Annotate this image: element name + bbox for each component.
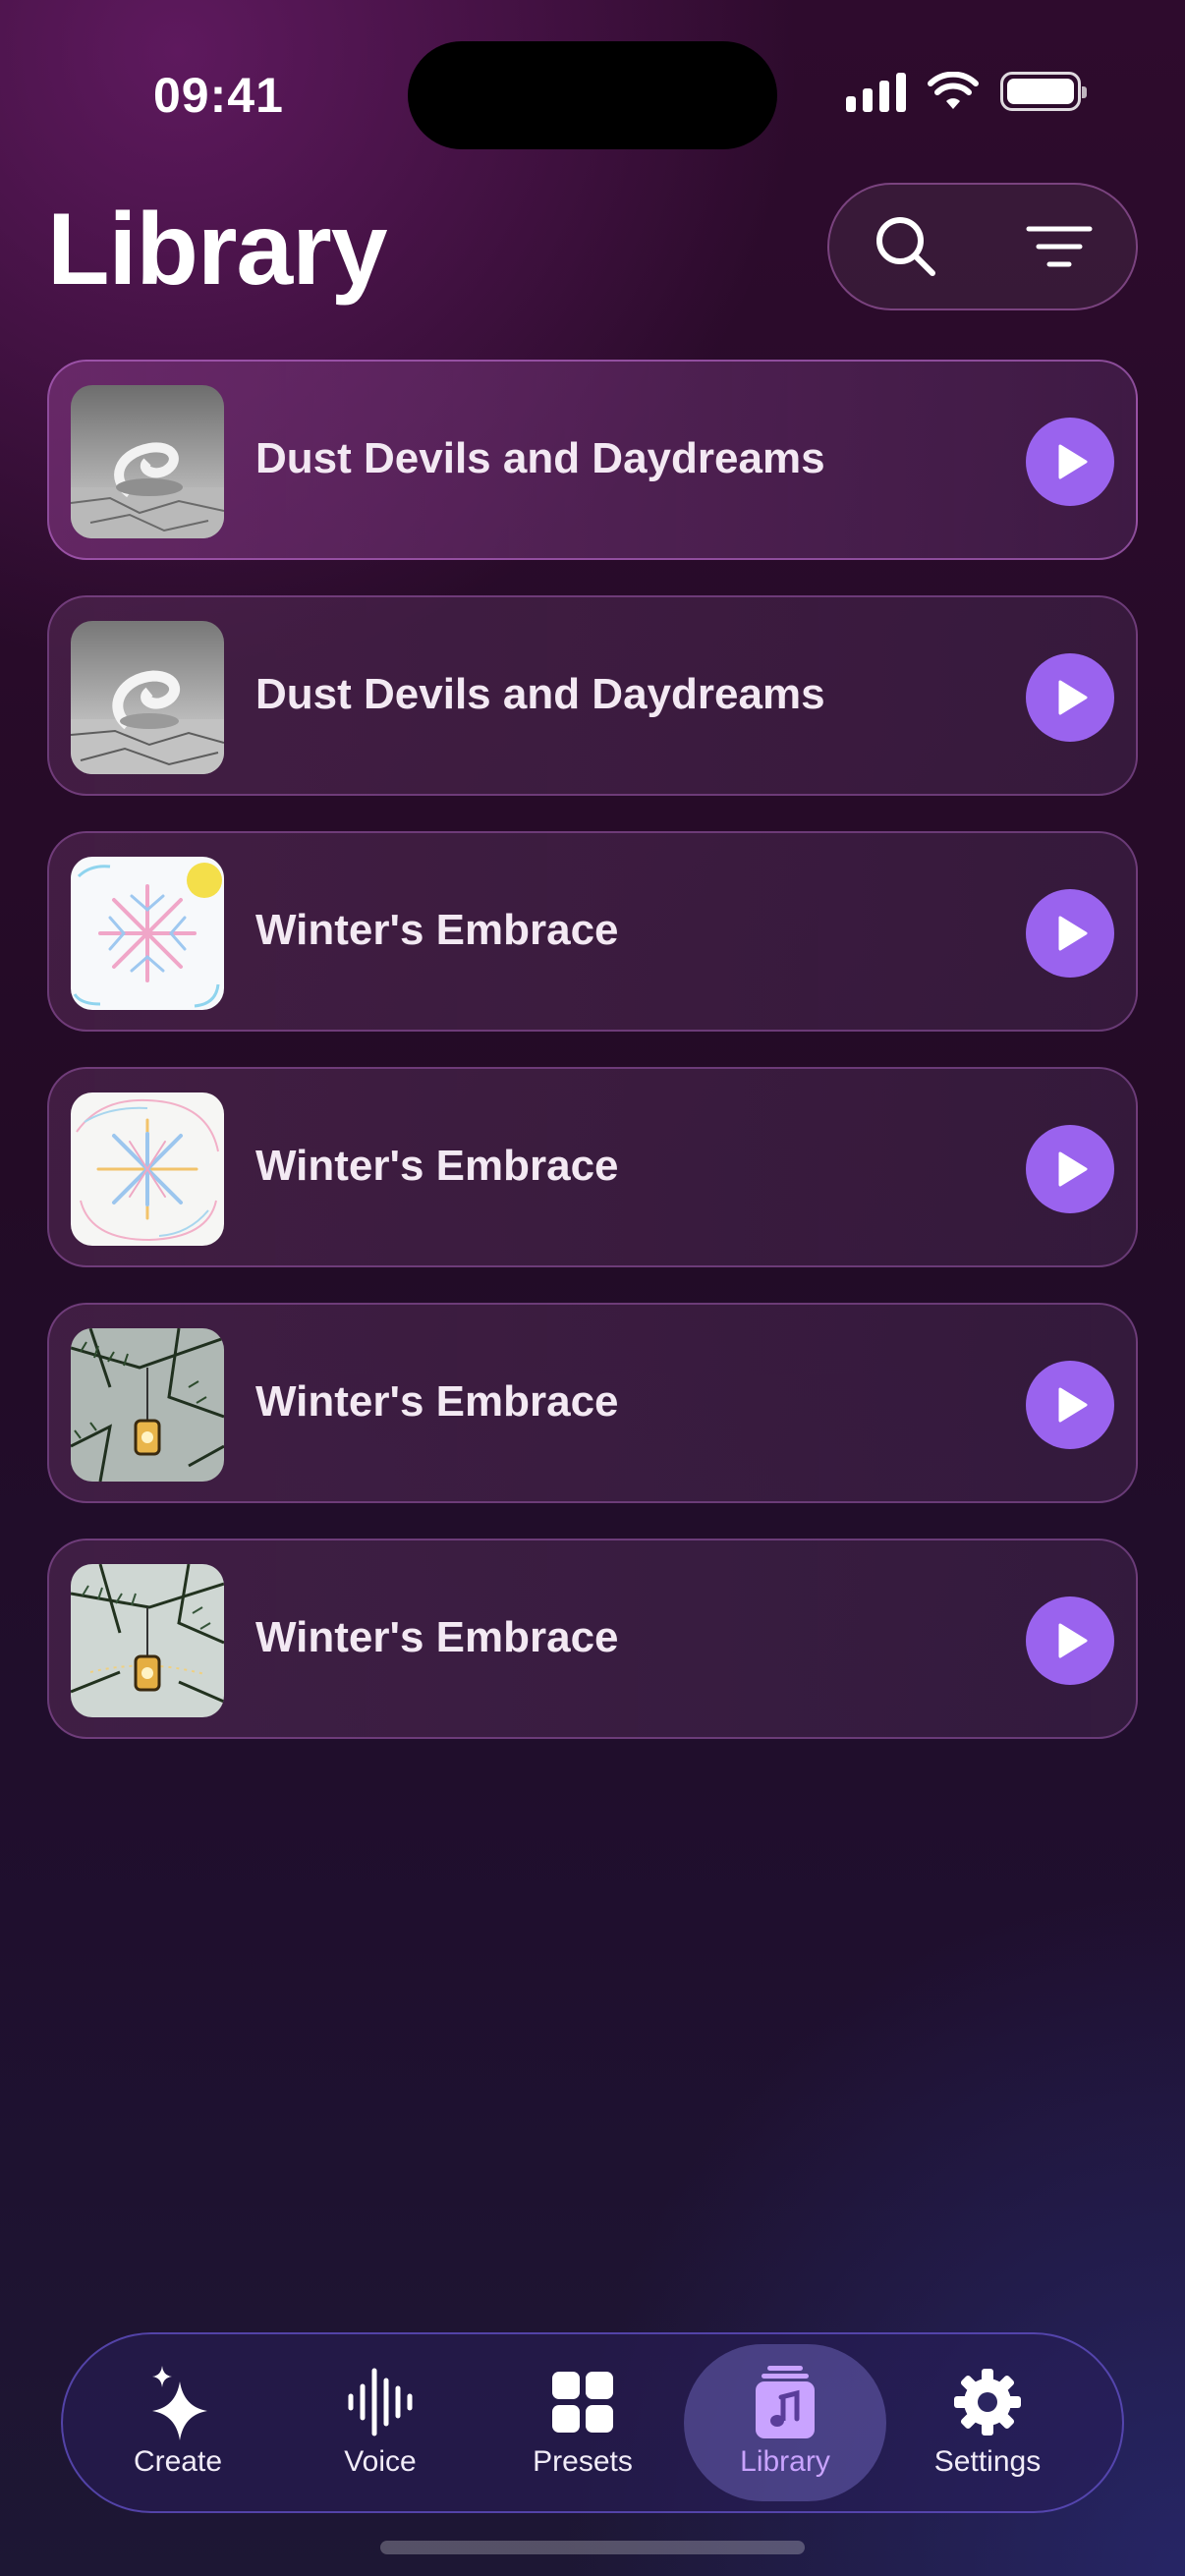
tab-label: Voice (344, 2445, 417, 2478)
tab-settings[interactable]: Settings (886, 2344, 1089, 2501)
play-button[interactable] (1026, 1125, 1114, 1213)
home-indicator[interactable] (380, 2541, 805, 2554)
waveform-icon (348, 2368, 413, 2436)
wifi-icon (928, 72, 979, 109)
play-icon (1058, 444, 1088, 479)
tab-create[interactable]: Create (77, 2344, 279, 2501)
status-time: 09:41 (153, 68, 284, 123)
tab-library[interactable]: Library (684, 2344, 886, 2501)
play-icon (1058, 916, 1088, 951)
cellular-signal-icon (846, 71, 906, 112)
play-icon (1058, 680, 1088, 715)
track-row[interactable]: Dust Devils and Daydreams (47, 360, 1138, 560)
play-icon (1058, 1151, 1088, 1187)
track-artwork (71, 857, 224, 1010)
tab-bar: Create Voice Presets Library Settings (61, 2332, 1124, 2513)
track-artwork (71, 1328, 224, 1482)
track-artwork (71, 621, 224, 774)
search-button[interactable] (852, 193, 960, 301)
dynamic-island (408, 41, 777, 149)
track-artwork (71, 1564, 224, 1717)
track-row[interactable]: Winter's Embrace (47, 831, 1138, 1032)
tab-voice[interactable]: Voice (279, 2344, 481, 2501)
play-icon (1058, 1623, 1088, 1658)
tab-label: Create (133, 2445, 223, 2478)
battery-icon (1000, 72, 1087, 111)
track-artwork (71, 1092, 224, 1246)
music-library-icon (756, 2366, 815, 2438)
track-list: Dust Devils and Daydreams Dust Devils an… (47, 360, 1138, 1774)
track-row[interactable]: Winter's Embrace (47, 1067, 1138, 1267)
play-button[interactable] (1026, 889, 1114, 978)
gear-icon (954, 2369, 1021, 2436)
tab-label: Settings (933, 2445, 1042, 2478)
play-button[interactable] (1026, 1361, 1114, 1449)
track-title: Dust Devils and Daydreams (255, 670, 825, 718)
track-row[interactable]: Winter's Embrace (47, 1539, 1138, 1739)
filter-icon (1026, 226, 1093, 267)
track-row[interactable]: Dust Devils and Daydreams (47, 595, 1138, 796)
status-icons (846, 71, 1087, 112)
page-title: Library (47, 193, 388, 307)
play-button[interactable] (1026, 653, 1114, 742)
filter-button[interactable] (1005, 193, 1113, 301)
track-title: Dust Devils and Daydreams (255, 434, 825, 482)
track-artwork (71, 385, 224, 538)
grid-icon (552, 2372, 613, 2433)
track-row[interactable]: Winter's Embrace (47, 1303, 1138, 1503)
tab-label: Library (740, 2445, 830, 2478)
track-title: Winter's Embrace (255, 1142, 619, 1190)
search-icon (876, 217, 935, 276)
tab-presets[interactable]: Presets (481, 2344, 684, 2501)
play-icon (1058, 1387, 1088, 1423)
tab-label: Presets (533, 2445, 633, 2478)
track-title: Winter's Embrace (255, 1613, 619, 1661)
header-actions (827, 183, 1138, 310)
play-button[interactable] (1026, 418, 1114, 506)
track-title: Winter's Embrace (255, 906, 619, 954)
track-title: Winter's Embrace (255, 1377, 619, 1426)
sparkle-icon (152, 2366, 207, 2440)
play-button[interactable] (1026, 1596, 1114, 1685)
